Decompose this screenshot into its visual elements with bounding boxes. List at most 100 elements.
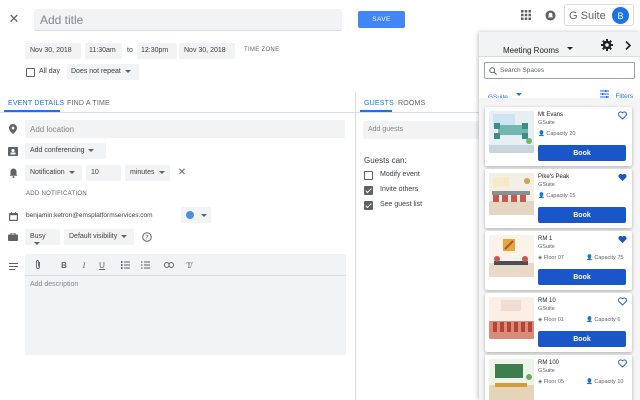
- calendar-owner: benjamin.ketron@emsplatformservices.com: [26, 212, 153, 219]
- filter-sliders-icon: [600, 89, 609, 98]
- notification-unit-dropdown[interactable]: minutes: [125, 165, 170, 181]
- notification-value: 10: [91, 169, 99, 176]
- chevron-down-icon: [158, 170, 165, 174]
- room-card-pikes-peak: Pike's Peak GSuite 👤 Capacity 15 Book: [485, 169, 632, 228]
- room-name: Mt Evans: [538, 112, 564, 118]
- tab-event-details[interactable]: EVENT DETAILS: [8, 100, 64, 107]
- room-floor-text: Floor 01: [543, 317, 564, 323]
- room-floor-text: Floor 07: [543, 255, 564, 261]
- numbered-list-icon[interactable]: [119, 259, 131, 271]
- room-source: GSuite: [538, 368, 555, 374]
- save-label: SAVE: [372, 16, 391, 23]
- svg-text:?: ?: [145, 233, 148, 241]
- briefcase-icon: [7, 231, 19, 243]
- apps-grid-icon[interactable]: [519, 8, 533, 22]
- start-time: 11:30am: [89, 47, 116, 54]
- calendar-icon: [7, 210, 19, 222]
- tab-guests[interactable]: GUESTS: [364, 100, 394, 107]
- room-source: GSuite: [538, 120, 555, 126]
- bell-icon: [7, 167, 19, 179]
- favorite-outline-icon[interactable]: [618, 359, 627, 368]
- location-icon: [7, 123, 19, 135]
- tab-rooms[interactable]: ROOMS: [398, 100, 425, 107]
- room-thumbnail: [489, 359, 534, 400]
- rooms-title-dropdown[interactable]: Meeting Rooms: [503, 40, 574, 58]
- end-time-field[interactable]: 12:30pm: [137, 43, 177, 59]
- start-date-field[interactable]: Nov 30, 2018: [25, 43, 81, 59]
- room-thumbnail: [489, 297, 534, 339]
- gsuite-label: G Suite: [569, 10, 606, 22]
- location-input[interactable]: Add location: [25, 120, 345, 138]
- book-button[interactable]: Book: [538, 145, 626, 161]
- notifications-icon[interactable]: [543, 8, 557, 22]
- guests-input[interactable]: Add guests: [363, 121, 480, 139]
- favorite-outline-icon[interactable]: [618, 111, 627, 120]
- tab-find-time[interactable]: FIND A TIME: [67, 100, 110, 107]
- book-button[interactable]: Book: [538, 207, 626, 223]
- link-icon[interactable]: [163, 259, 175, 271]
- chevron-right-icon[interactable]: [622, 38, 634, 52]
- room-capacity: 👤 Capacity 20: [538, 131, 576, 137]
- timezone-link[interactable]: TIME ZONE: [244, 47, 279, 53]
- underline-icon[interactable]: U: [96, 259, 108, 271]
- busy-label: Busy: [30, 233, 46, 240]
- book-label: Book: [573, 335, 591, 343]
- room-capacity: 👤 Capacity 15: [538, 193, 576, 199]
- save-button[interactable]: SAVE: [358, 11, 405, 28]
- avatar[interactable]: B: [612, 7, 629, 24]
- chevron-down-icon: [68, 170, 75, 174]
- room-floor: ◈ Floor 07: [538, 255, 564, 261]
- room-capacity-text: Capacity 10: [594, 379, 624, 385]
- start-time-field[interactable]: 11:30am: [85, 43, 122, 59]
- modify-checkbox[interactable]: [364, 171, 373, 180]
- chevron-down-icon: [88, 148, 95, 152]
- room-thumbnail: [489, 111, 534, 153]
- settings-gear-icon[interactable]: [600, 38, 614, 52]
- chevron-down-icon: [124, 69, 131, 73]
- help-icon[interactable]: ?: [141, 231, 153, 243]
- space-search-input[interactable]: Search Spaces: [484, 62, 635, 79]
- vertical-divider: [355, 92, 356, 400]
- notification-type-dropdown[interactable]: Notification: [25, 165, 82, 181]
- visibility-dropdown[interactable]: Default visibility: [64, 229, 134, 245]
- room-floor: ◈ Floor 01: [538, 317, 564, 323]
- room-card-rm-1: RM 1 GSuite ◈ Floor 07 👤 Capacity 75 Boo…: [485, 231, 632, 290]
- busy-dropdown[interactable]: Busy: [25, 229, 60, 245]
- add-notification-link[interactable]: ADD NOTIFICATION: [26, 191, 87, 197]
- color-picker[interactable]: [181, 207, 211, 223]
- bold-icon[interactable]: B: [58, 259, 70, 271]
- favorite-outline-icon[interactable]: [618, 297, 627, 306]
- end-date-field[interactable]: Nov 30, 2018: [179, 43, 235, 59]
- book-label: Book: [573, 273, 591, 281]
- description-editor[interactable]: B I U T̸ Add description: [25, 254, 346, 355]
- conferencing-dropdown[interactable]: Add conferencing: [25, 143, 106, 159]
- attachment-icon[interactable]: [32, 259, 44, 271]
- invite-checkbox[interactable]: [364, 186, 373, 195]
- remove-notification-icon[interactable]: ✕: [176, 166, 188, 179]
- tab-active-indicator: [4, 110, 60, 112]
- clear-format-icon[interactable]: T̸: [183, 259, 195, 271]
- italic-icon[interactable]: I: [78, 259, 90, 271]
- favorite-filled-icon[interactable]: [618, 235, 627, 244]
- see-list-checkbox[interactable]: [364, 201, 373, 210]
- end-time: 12:30pm: [141, 47, 169, 54]
- favorite-filled-icon[interactable]: [618, 173, 627, 182]
- book-button[interactable]: Book: [538, 269, 626, 285]
- gsuite-badge[interactable]: G Suite B: [564, 4, 634, 26]
- book-button[interactable]: Book: [538, 331, 626, 347]
- repeat-dropdown[interactable]: Does not repeat: [67, 64, 139, 80]
- notification-value-input[interactable]: 10: [86, 165, 121, 181]
- start-date: Nov 30, 2018: [30, 47, 72, 54]
- room-capacity-text: Capacity 15: [546, 193, 576, 199]
- close-icon[interactable]: ✕: [6, 11, 22, 26]
- conferencing-icon: [7, 145, 19, 157]
- guests-can-label: Guests can:: [364, 156, 407, 165]
- title-input[interactable]: Add title: [34, 9, 342, 31]
- chevron-down-icon: [201, 214, 207, 217]
- room-card-mt-evans: Mt Evans GSuite 👤 Capacity 20 Book: [485, 107, 632, 166]
- room-thumbnail: [489, 235, 534, 277]
- tab-divider-right: [356, 112, 480, 113]
- room-source: GSuite: [538, 306, 555, 312]
- allday-checkbox[interactable]: [26, 68, 35, 77]
- bullet-list-icon[interactable]: [139, 259, 151, 271]
